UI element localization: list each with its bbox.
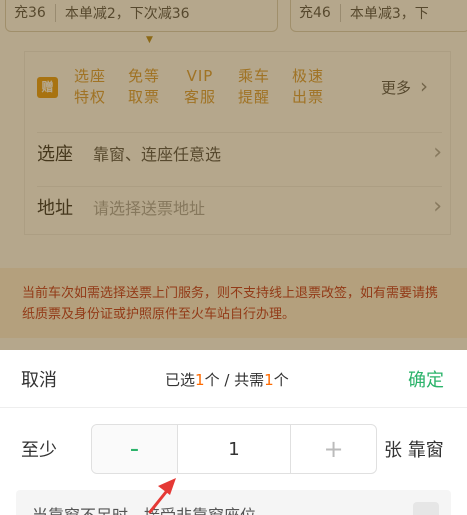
quantity-stepper: - 1 + [91, 424, 377, 474]
chevron-down-icon: ▼ [146, 35, 153, 45]
service-ride-reminder: 乘车 提醒 [237, 67, 270, 106]
coupon-card[interactable]: 充46 本单减3，下 [290, 0, 467, 32]
coupon-row: 充36 本单减2，下次减36 充46 本单减3，下 [0, 0, 467, 34]
unit-window-label: 张 靠窗 [384, 440, 444, 461]
delivery-notice: 当前车次如需选择送票上门服务，则不支持线上退票改签，如有需要请携纸质票及身份证或… [0, 268, 467, 338]
hint-text: 当靠窗不足时，接受非靠窗座位 [32, 506, 256, 515]
more-services-link[interactable]: 更多 [381, 77, 411, 98]
accept-non-window-option[interactable]: 当靠窗不足时，接受非靠窗座位 [16, 490, 451, 515]
coupon-desc: 本单减2，下次减36 [64, 6, 190, 22]
at-least-label: 至少 [21, 440, 57, 461]
increment-button[interactable]: + [291, 425, 376, 473]
address-label: 地址 [37, 197, 73, 219]
chevron-right-icon: › [433, 140, 442, 165]
coupon-price: 充36 [6, 4, 56, 22]
quantity-value[interactable]: 1 [178, 425, 291, 473]
sheet-body: 至少 - 1 + 张 靠窗 当靠窗不足时，接受非靠窗座位 [0, 408, 467, 515]
seat-count-sheet: 取消 已选1个 / 共需1个 确定 至少 - 1 + 张 靠窗 当靠窗不足时，接… [0, 350, 467, 515]
service-no-wait-pickup: 免等 取票 [127, 67, 160, 106]
confirm-button[interactable]: 确定 [408, 366, 444, 392]
services-panel: 赠 选座 特权 免等 取票 VIP 客服 乘车 提醒 极速 出票 更多 › 选座 靠窗、连… [24, 51, 451, 235]
seat-label: 选座 [37, 143, 73, 165]
address-placeholder: 请选择送票地址 [93, 198, 206, 218]
chevron-right-icon: › [433, 194, 442, 219]
coupon-desc: 本单减3，下 [349, 6, 429, 22]
cancel-button[interactable]: 取消 [21, 366, 57, 392]
decrement-button[interactable]: - [92, 425, 178, 473]
background-page: 充36 本单减2，下次减36 充46 本单减3，下 ▼ 赠 选座 特权 免等 取票 … [0, 0, 467, 350]
service-strip[interactable]: 赠 选座 特权 免等 取票 VIP 客服 乘车 提醒 极速 出票 更多 › [25, 66, 452, 110]
needed-count: 1 [264, 371, 274, 389]
selection-status: 已选1个 / 共需1个 [165, 371, 289, 389]
coupon-price: 充46 [291, 4, 341, 22]
service-fast-ticket: 极速 出票 [291, 67, 324, 106]
service-seat-privilege: 选座 特权 [73, 67, 106, 106]
address-row[interactable]: 地址 请选择送票地址 › [37, 186, 442, 226]
coupon-card[interactable]: 充36 本单减2，下次减36 [5, 0, 278, 32]
seat-selection-row[interactable]: 选座 靠窗、连座任意选 › [37, 132, 442, 172]
seat-value: 靠窗、连座任意选 [93, 144, 222, 164]
service-vip-support: VIP 客服 [183, 67, 216, 106]
sheet-header: 取消 已选1个 / 共需1个 确定 [0, 350, 467, 408]
gift-badge-icon: 赠 [37, 77, 58, 98]
toggle-checkbox[interactable] [413, 502, 439, 515]
chevron-right-icon: › [420, 74, 428, 98]
selected-count: 1 [195, 371, 205, 389]
